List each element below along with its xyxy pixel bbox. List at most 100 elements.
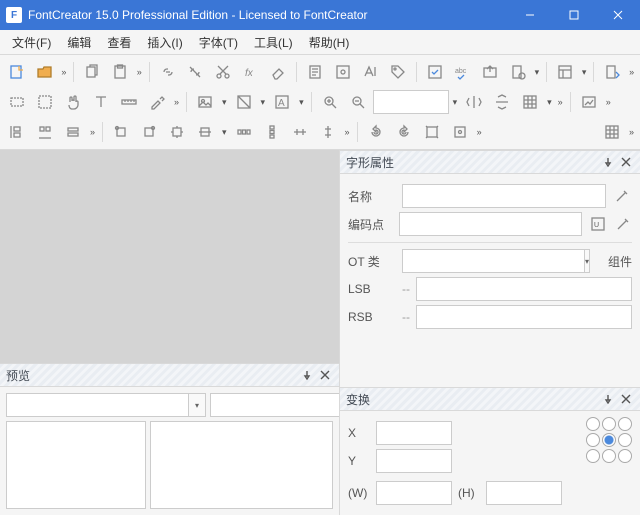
validate-icon[interactable] — [422, 59, 448, 85]
menu-edit[interactable]: 编辑 — [59, 31, 99, 54]
dropdown-icon[interactable]: ▾ — [259, 97, 268, 108]
copy-icon[interactable] — [79, 59, 105, 85]
pin-icon[interactable] — [600, 391, 616, 407]
preview-font-combo[interactable] — [6, 393, 189, 417]
origin-center-selected[interactable] — [602, 433, 616, 447]
snap-4-icon[interactable] — [192, 119, 218, 145]
picture-icon[interactable] — [576, 89, 602, 115]
close-icon[interactable] — [618, 154, 634, 170]
window-layout-icon[interactable] — [552, 59, 578, 85]
chevron-icon[interactable]: » — [627, 67, 636, 77]
dropdown-icon[interactable]: ▾ — [220, 127, 229, 138]
transform-w-input[interactable] — [376, 481, 452, 505]
dist-4-icon[interactable] — [315, 119, 341, 145]
link-icon[interactable] — [155, 59, 181, 85]
chevron-icon[interactable]: » — [343, 127, 352, 137]
menu-insert[interactable]: 插入(I) — [139, 31, 190, 54]
align-2-icon[interactable] — [32, 119, 58, 145]
menu-tools[interactable]: 工具(L) — [246, 31, 301, 54]
ruler-icon[interactable] — [116, 89, 142, 115]
contrast-icon[interactable] — [231, 89, 257, 115]
dropdown-icon[interactable]: ▾ — [220, 97, 229, 108]
eyedropper-icon[interactable] — [144, 89, 170, 115]
menu-view[interactable]: 查看 — [99, 31, 139, 54]
new-font-icon[interactable] — [4, 59, 30, 85]
dropdown-icon[interactable]: ▾ — [451, 97, 460, 108]
dropdown-icon[interactable]: ▾ — [580, 67, 589, 78]
wand-icon[interactable] — [612, 186, 632, 206]
select-all-icon[interactable] — [32, 89, 58, 115]
spellcheck-icon[interactable]: abc — [450, 59, 476, 85]
dropdown-icon[interactable]: ▾ — [297, 97, 306, 108]
bounds-icon[interactable] — [419, 119, 445, 145]
rotate-l-icon[interactable] — [363, 119, 389, 145]
page-arrow-icon[interactable] — [599, 59, 625, 85]
unlink-icon[interactable] — [182, 59, 208, 85]
pin-icon[interactable] — [299, 367, 315, 383]
flip-v-icon[interactable] — [489, 89, 515, 115]
settings-icon[interactable] — [330, 59, 356, 85]
center-icon[interactable] — [447, 119, 473, 145]
doc-settings-icon[interactable] — [505, 59, 531, 85]
maximize-button[interactable] — [552, 0, 596, 30]
preview-text-input[interactable] — [150, 421, 333, 509]
zoom-input[interactable] — [373, 90, 449, 114]
wand-icon[interactable] — [613, 214, 632, 234]
rsb-input[interactable] — [416, 305, 632, 329]
snap-2-icon[interactable] — [136, 119, 162, 145]
chevron-icon[interactable]: » — [627, 127, 636, 137]
glyph-name-input[interactable] — [402, 184, 606, 208]
unicode-icon[interactable]: U — [588, 214, 607, 234]
select-rect-icon[interactable] — [4, 89, 30, 115]
cut-icon[interactable] — [210, 59, 236, 85]
menu-help[interactable]: 帮助(H) — [301, 31, 358, 54]
chevron-icon[interactable]: » — [556, 97, 565, 107]
snap-3-icon[interactable] — [164, 119, 190, 145]
minimize-button[interactable] — [508, 0, 552, 30]
erase-icon[interactable] — [266, 59, 292, 85]
flip-h-icon[interactable] — [461, 89, 487, 115]
snap-1-icon[interactable] — [108, 119, 134, 145]
dist-1-icon[interactable] — [231, 119, 257, 145]
hand-icon[interactable] — [60, 89, 86, 115]
dropdown-icon[interactable]: ▾ — [585, 249, 590, 273]
chevron-icon[interactable]: » — [88, 127, 97, 137]
close-icon[interactable] — [317, 367, 333, 383]
chevron-icon[interactable]: » — [475, 127, 484, 137]
text-metrics-icon[interactable] — [358, 59, 384, 85]
close-button[interactable] — [596, 0, 640, 30]
grid-toggle-icon[interactable] — [599, 119, 625, 145]
font-box-icon[interactable]: A — [269, 89, 295, 115]
align-1-icon[interactable] — [4, 119, 30, 145]
chevron-icon[interactable]: » — [59, 67, 68, 77]
dropdown-icon[interactable]: ▾ — [533, 67, 542, 78]
transform-y-input[interactable] — [376, 449, 452, 473]
menu-font[interactable]: 字体(T) — [191, 31, 246, 54]
function-icon[interactable]: fx — [238, 59, 264, 85]
export-icon[interactable] — [477, 59, 503, 85]
lsb-input[interactable] — [416, 277, 632, 301]
origin-radio-grid[interactable] — [586, 417, 632, 463]
dist-3-icon[interactable] — [287, 119, 313, 145]
close-icon[interactable] — [618, 391, 634, 407]
preview-header[interactable]: 预览 — [0, 364, 339, 387]
paste-icon[interactable] — [107, 59, 133, 85]
transform-x-input[interactable] — [376, 421, 452, 445]
rotate-r-icon[interactable] — [391, 119, 417, 145]
pin-icon[interactable] — [600, 154, 616, 170]
editor-canvas[interactable] — [0, 150, 339, 363]
zoom-out-icon[interactable] — [345, 89, 371, 115]
paragraph-icon[interactable] — [302, 59, 328, 85]
dropdown-icon[interactable]: ▾ — [189, 393, 206, 417]
grid-icon[interactable] — [517, 89, 543, 115]
chevron-icon[interactable]: » — [604, 97, 613, 107]
menu-file[interactable]: 文件(F) — [4, 31, 59, 54]
dist-2-icon[interactable] — [259, 119, 285, 145]
chevron-icon[interactable]: » — [172, 97, 181, 107]
zoom-in-icon[interactable] — [317, 89, 343, 115]
align-3-icon[interactable] — [60, 119, 86, 145]
tag-icon[interactable] — [385, 59, 411, 85]
chevron-icon[interactable]: » — [135, 67, 144, 77]
text-icon[interactable] — [88, 89, 114, 115]
open-icon[interactable] — [32, 59, 58, 85]
